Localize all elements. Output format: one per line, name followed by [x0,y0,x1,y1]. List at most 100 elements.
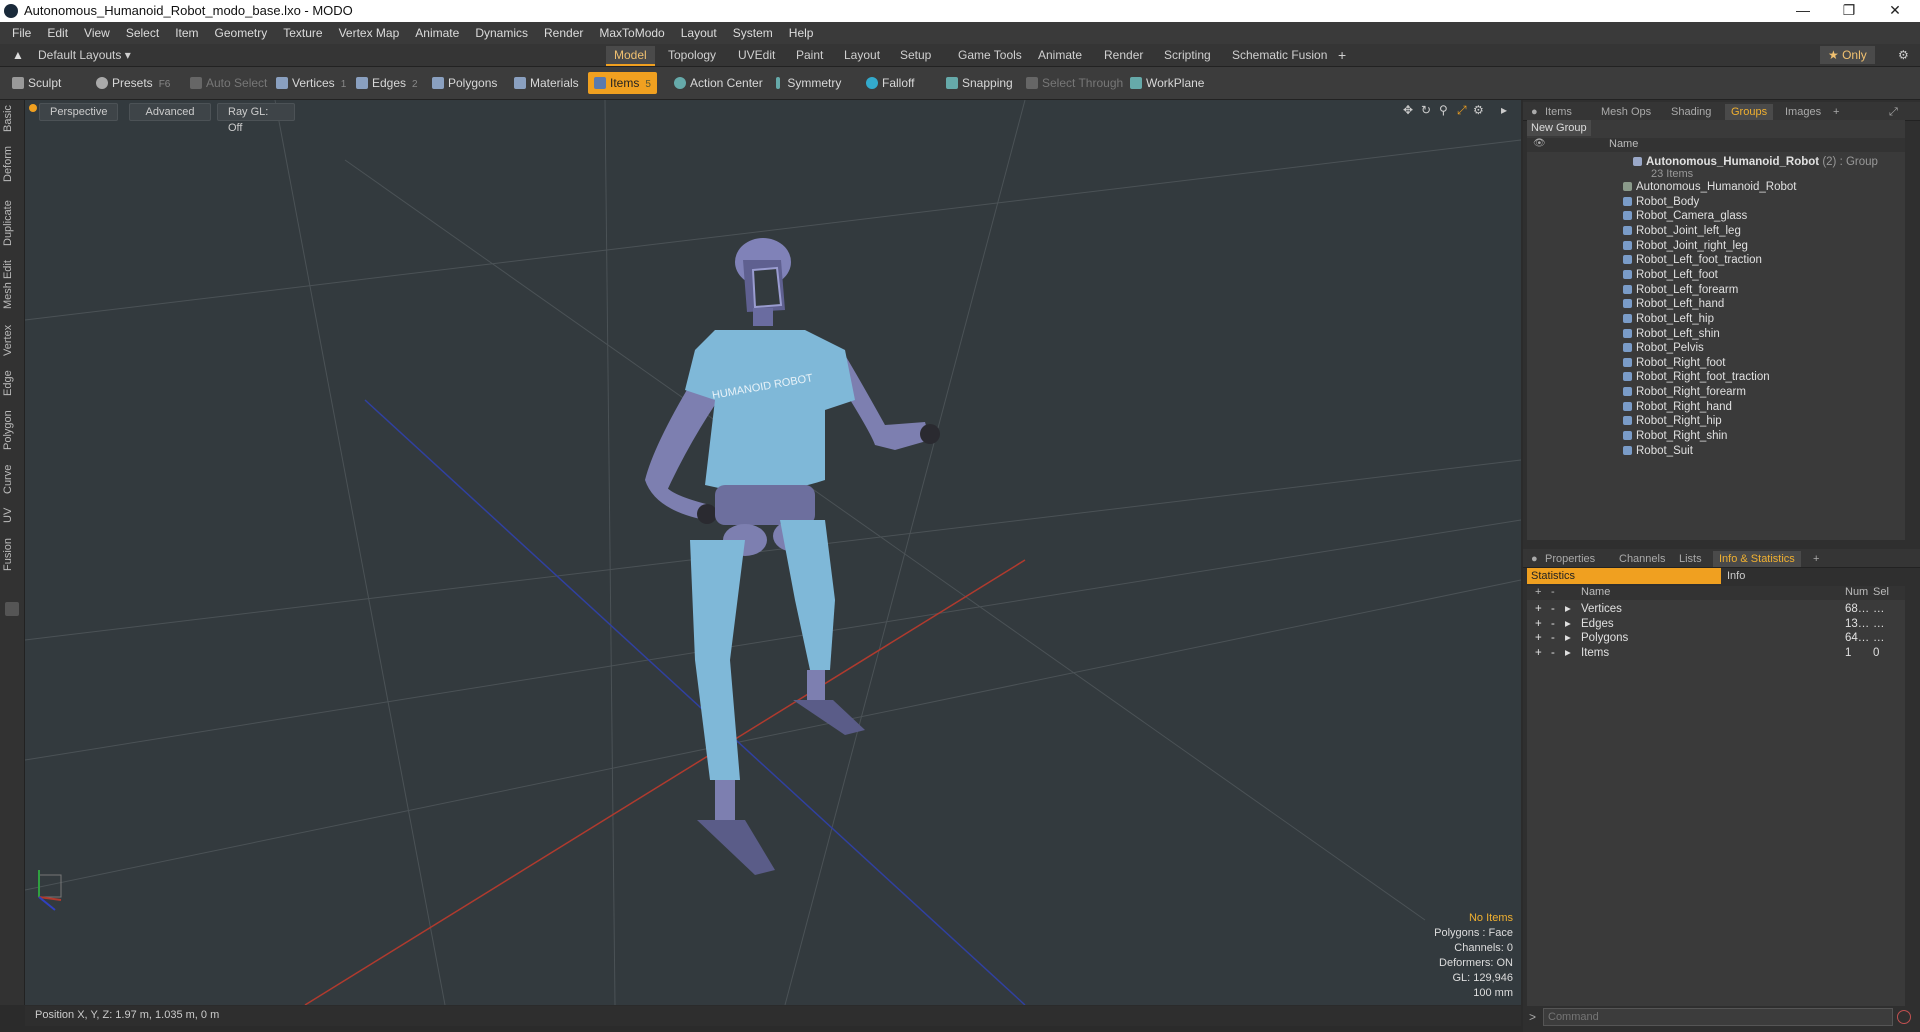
workplane-button[interactable]: WorkPlane [1124,72,1210,94]
tab-channels[interactable]: Channels [1613,551,1671,567]
expand-arrow-icon[interactable]: ▸ [1565,631,1571,645]
command-input[interactable] [1543,1008,1893,1026]
close-icon[interactable]: ✕ [1872,0,1918,22]
viewport-menu-icon[interactable] [29,104,37,112]
fit-view-icon[interactable]: ⤢ [1457,103,1467,118]
gear-icon[interactable]: ⚙ [1890,46,1917,64]
add-tab-icon[interactable]: + [1330,46,1354,64]
viewport-3d[interactable]: HUMANOID ROBOT Perspective Advanced Ray … [25,100,1521,1005]
maximize-icon[interactable]: ❐ [1826,0,1872,22]
tab-items[interactable]: Items [1539,104,1578,120]
raygl-button[interactable]: Ray GL: Off [217,103,295,134]
menu-layout[interactable]: Layout [673,22,725,44]
menu-help[interactable]: Help [781,22,822,44]
tab-lists[interactable]: Lists [1673,551,1708,567]
viewport-expand-icon[interactable]: ▸ [1501,103,1507,117]
menu-geometry[interactable]: Geometry [207,22,276,44]
side-tab-edge[interactable]: Edge [2,366,22,400]
side-tab-fusion[interactable]: Fusion [2,534,22,574]
view-perspective-button[interactable]: Perspective [39,103,119,121]
menu-item[interactable]: Item [167,22,206,44]
tab-groups[interactable]: Groups [1725,104,1774,120]
menu-select[interactable]: Select [118,22,167,44]
only-toggle[interactable]: ★ Only [1820,46,1875,64]
expand-arrow-icon[interactable]: ▸ [1565,602,1571,616]
select-through-button[interactable]: Select Through [1020,72,1129,94]
tab-scripting[interactable]: Scripting [1156,46,1219,64]
side-tab-polygon[interactable]: Polygon [2,406,22,454]
tab-render[interactable]: Render [1096,46,1151,64]
command-history-icon[interactable] [1897,1010,1911,1024]
tab-layout[interactable]: Layout [836,46,888,64]
menu-dynamics[interactable]: Dynamics [467,22,536,44]
menu-view[interactable]: View [76,22,118,44]
presets-button[interactable]: Presets F6 [90,72,176,94]
tab-mesh-ops[interactable]: Mesh Ops [1595,104,1657,120]
subtab-statistics[interactable]: Statistics [1527,568,1721,584]
auto-select-button[interactable]: Auto Select [184,72,273,94]
panel-expand-icon[interactable]: ⤢ [1883,104,1904,120]
menu-render[interactable]: Render [536,22,591,44]
menu-file[interactable]: File [4,22,39,44]
tab-animate[interactable]: Animate [1030,46,1090,64]
expand-panel-icon[interactable] [5,602,19,616]
side-tab-curve[interactable]: Curve [2,460,22,498]
menu-animate[interactable]: Animate [407,22,467,44]
stat-add-icon[interactable]: + [1535,646,1542,660]
menu-texture[interactable]: Texture [275,22,330,44]
rotate-view-icon[interactable]: ↻ [1421,103,1431,117]
side-tab-basic[interactable]: Basic [2,104,22,134]
expand-arrow-icon[interactable]: ▸ [1565,646,1571,660]
side-tab-uv[interactable]: UV [2,504,22,526]
tab-shading[interactable]: Shading [1665,104,1717,120]
menu-edit[interactable]: Edit [39,22,76,44]
expand-arrow-icon[interactable]: ▸ [1565,617,1571,631]
subtab-info[interactable]: Info [1723,568,1745,584]
tab-paint[interactable]: Paint [788,46,831,64]
menu-maxtomodo[interactable]: MaxToModo [591,22,672,44]
group-item-row[interactable]: Robot_Suit [1623,442,1693,460]
side-tab-vertex[interactable]: Vertex [2,320,22,360]
falloff-button[interactable]: Falloff [860,72,920,94]
layout-preset-dropdown[interactable]: Default Layouts ▾ [30,46,139,64]
stat-remove-icon[interactable]: - [1551,617,1555,631]
tab-schematic-fusion[interactable]: Schematic Fusion [1224,46,1335,64]
symmetry-button[interactable]: Symmetry [770,72,847,94]
move-view-icon[interactable]: ✥ [1403,103,1413,117]
tab-uvedit[interactable]: UVEdit [730,46,783,64]
vertices-button[interactable]: Vertices 1 [270,72,352,94]
add-stats-tab-icon[interactable]: + [1807,551,1825,567]
tab-images[interactable]: Images [1779,104,1827,120]
viewport-settings-icon[interactable]: ⚙ [1473,103,1484,117]
layout-menu-icon[interactable]: ▲ [4,46,32,64]
polygons-button[interactable]: Polygons [426,72,503,94]
stat-remove-icon[interactable]: - [1551,631,1555,645]
tab-topology[interactable]: Topology [660,46,724,64]
sculpt-button[interactable]: Sculpt [6,72,67,94]
side-tab-deform[interactable]: Deform [2,144,22,184]
menu-vertex-map[interactable]: Vertex Map [331,22,408,44]
minimize-icon[interactable]: — [1780,0,1826,22]
side-tab-mesh-edit[interactable]: Mesh Edit [2,258,22,312]
materials-button[interactable]: Materials [508,72,585,94]
stat-remove-icon[interactable]: - [1551,646,1555,660]
snapping-button[interactable]: Snapping [940,72,1019,94]
tab-model[interactable]: Model [606,46,655,66]
view-mode-button[interactable]: Advanced [129,103,211,121]
edges-button[interactable]: Edges 2 [350,72,424,94]
menu-system[interactable]: System [725,22,781,44]
add-panel-tab-icon[interactable]: + [1827,104,1845,120]
new-group-button[interactable]: New Group [1527,120,1591,136]
side-tab-duplicate[interactable]: Duplicate [2,198,22,248]
stat-add-icon[interactable]: + [1535,617,1542,631]
tab-game-tools[interactable]: Game Tools [950,46,1030,64]
items-button[interactable]: Items 5 [588,72,657,94]
tab-info-statistics[interactable]: Info & Statistics [1713,551,1801,567]
zoom-view-icon[interactable]: ⚲ [1439,103,1448,117]
stat-add-icon[interactable]: + [1535,631,1542,645]
stat-remove-icon[interactable]: - [1551,602,1555,616]
stat-add-icon[interactable]: + [1535,602,1542,616]
action-center-button[interactable]: Action Center [668,72,769,94]
tab-setup[interactable]: Setup [892,46,939,64]
tab-properties[interactable]: Properties [1539,551,1601,567]
